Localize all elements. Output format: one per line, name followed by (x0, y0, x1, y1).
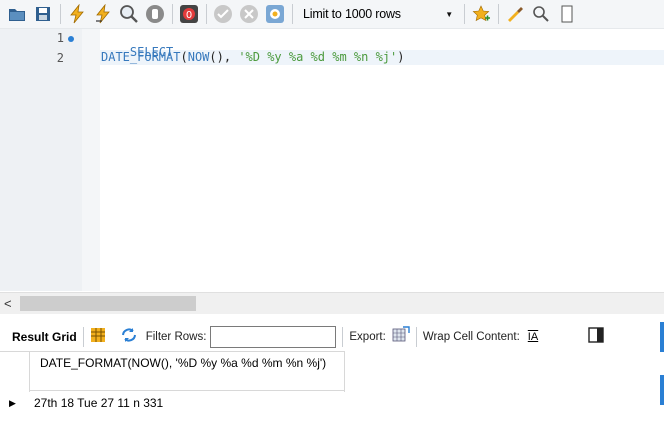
now-args: (), (209, 50, 239, 64)
beautify-brush-icon[interactable] (504, 3, 526, 25)
wrap-toggle-icon[interactable] (556, 3, 578, 25)
line-number-2: 2 (56, 51, 64, 65)
format-string: '%D %y %a %d %m %n %j' (238, 50, 398, 64)
export-icon[interactable] (392, 326, 410, 347)
execute-current-icon[interactable] (92, 3, 114, 25)
form-editor-grid-icon[interactable] (90, 327, 106, 346)
add-snippet-star-icon[interactable] (470, 3, 492, 25)
line-number-1: 1 (56, 31, 64, 45)
execute-lightning-icon[interactable] (66, 3, 88, 25)
filter-rows-input[interactable] (210, 325, 337, 348)
commit-check-icon[interactable] (212, 3, 234, 25)
toolbar-separator (415, 326, 417, 347)
toolbar-separator (342, 326, 344, 347)
limit-rows-label: Limit to 1000 rows (303, 7, 401, 21)
code-line-2[interactable]: DATE_FORMAT(NOW(), '%D %y %a %d %m %n %j… (101, 50, 405, 64)
side-panel-edge (660, 322, 664, 352)
sql-editor[interactable]: 1 2 SELECT DATE_FORMAT(NOW(), '%D %y %a … (0, 29, 664, 291)
export-label: Export: (349, 330, 386, 343)
table-cell[interactable]: 27th 18 Tue 27 11 n 331 (30, 396, 163, 410)
open-paren: ( (180, 50, 188, 64)
function-now: NOW (187, 50, 210, 64)
find-magnifier-icon[interactable] (530, 3, 552, 25)
toggle-error-icon[interactable]: 0 (178, 3, 200, 25)
wrap-cell-icon[interactable]: IA (528, 331, 538, 343)
table-row[interactable]: ▶ 27th 18 Tue 27 11 n 331 (0, 394, 163, 412)
result-grid[interactable]: DATE_FORMAT(NOW(), '%D %y %a %d %m %n %j… (0, 351, 664, 421)
refresh-icon[interactable] (120, 327, 138, 346)
toggle-panel-icon[interactable] (588, 327, 604, 346)
dropdown-arrow-icon: ▼ (445, 9, 453, 19)
statement-marker-icon (68, 36, 74, 42)
open-folder-icon[interactable] (6, 3, 28, 25)
toolbar-separator (464, 4, 465, 24)
stop-hand-icon[interactable] (144, 3, 166, 25)
fold-margin (82, 29, 100, 291)
scrollbar-thumb[interactable] (20, 296, 196, 311)
current-row-pointer-icon: ▶ (9, 397, 16, 408)
result-toolbar: Result Grid Filter Rows: Export: Wrap Ce… (0, 322, 664, 351)
result-grid-tab[interactable]: Result Grid (12, 330, 77, 344)
close-paren: ) (397, 50, 405, 64)
row-header-corner (0, 352, 30, 392)
side-panel-edge (660, 375, 664, 405)
function-date-format: DATE_FORMAT (101, 50, 181, 64)
filter-rows-label: Filter Rows: (145, 330, 207, 343)
toolbar-separator (206, 4, 207, 24)
wrap-cell-content-label: Wrap Cell Content: (422, 330, 520, 343)
explain-magnifier-icon[interactable] (118, 3, 140, 25)
toolbar-separator (60, 4, 61, 24)
limit-rows-select[interactable]: Limit to 1000 rows ▼ (298, 4, 458, 25)
line-number-gutter (0, 29, 82, 291)
toolbar-separator (172, 4, 173, 24)
editor-horizontal-scrollbar[interactable]: < (0, 292, 664, 314)
sql-editor-toolbar: 0 Limit to 1000 rows ▼ (0, 0, 664, 29)
toolbar-separator (292, 4, 293, 24)
svg-text:0: 0 (186, 10, 192, 21)
rollback-x-icon[interactable] (238, 3, 260, 25)
scroll-left-icon[interactable]: < (4, 296, 12, 311)
toolbar-separator (498, 4, 499, 24)
grid-header-row: DATE_FORMAT(NOW(), '%D %y %a %d %m %n %j… (0, 351, 345, 392)
autocommit-icon[interactable] (264, 3, 286, 25)
toolbar-separator (82, 326, 84, 347)
column-header[interactable]: DATE_FORMAT(NOW(), '%D %y %a %d %m %n %j… (30, 352, 345, 392)
save-icon[interactable] (32, 3, 54, 25)
